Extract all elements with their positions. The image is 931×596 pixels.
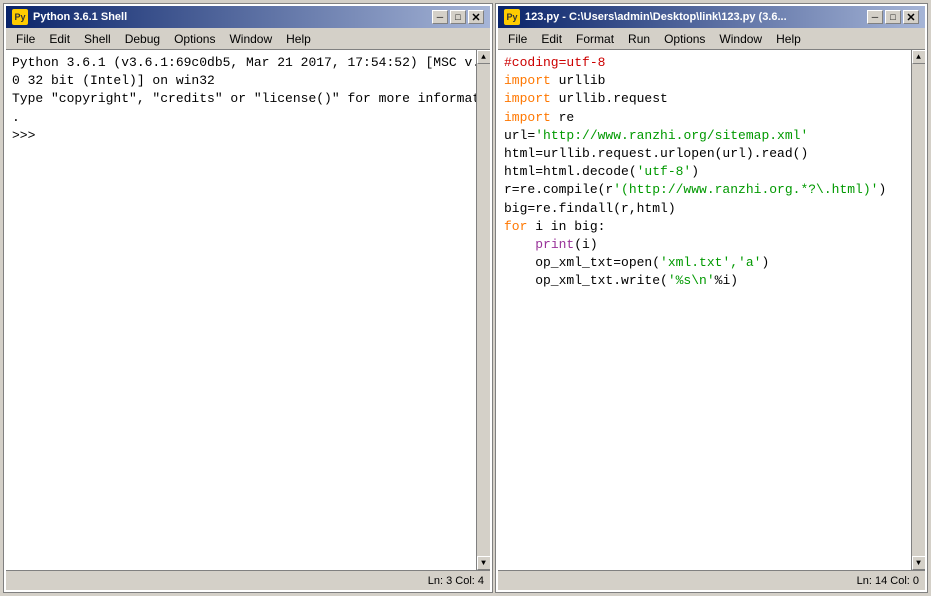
editor-menu-file[interactable]: File [502,30,533,48]
editor-minimize-button[interactable]: ─ [867,10,883,24]
minimize-button[interactable]: ─ [432,10,448,24]
editor-status-text: Ln: 14 Col: 0 [857,575,919,587]
shell-menu-bar: File Edit Shell Debug Options Window Hel… [6,28,490,50]
shell-window: Py Python 3.6.1 Shell ─ □ ✕ File Edit Sh… [4,4,492,592]
shell-title-left: Py Python 3.6.1 Shell [12,9,127,25]
editor-close-button[interactable]: ✕ [903,10,919,24]
editor-title-bar: Py 123.py - C:\Users\admin\Desktop\link\… [498,6,925,28]
svg-text:Py: Py [14,12,25,22]
shell-icon: Py [12,9,28,25]
menu-shell[interactable]: Shell [78,30,117,48]
shell-status-text: Ln: 3 Col: 4 [428,575,484,587]
menu-file[interactable]: File [10,30,41,48]
scroll-up-button[interactable]: ▲ [477,50,491,64]
editor-scroll-up-button[interactable]: ▲ [912,50,926,64]
shell-scrollbar: ▲ ▼ [476,50,490,570]
code-editor[interactable]: #coding=utf-8 import urllib import urlli… [498,50,911,570]
shell-title-text: Python 3.6.1 Shell [33,11,127,23]
editor-title-left: Py 123.py - C:\Users\admin\Desktop\link\… [504,9,787,25]
editor-menu-options[interactable]: Options [658,30,711,48]
svg-text:Py: Py [506,12,517,22]
editor-icon: Py [504,9,520,25]
editor-title-text: 123.py - C:\Users\admin\Desktop\link\123… [525,11,787,23]
scroll-track[interactable] [477,64,490,556]
editor-scroll-down-button[interactable]: ▼ [912,556,926,570]
shell-editor-area: Python 3.6.1 (v3.6.1:69c0db5, Mar 21 201… [6,50,490,570]
editor-title-buttons: ─ □ ✕ [867,10,919,24]
editor-scroll-track[interactable] [912,64,925,556]
shell-title-buttons: ─ □ ✕ [432,10,484,24]
shell-content[interactable]: Python 3.6.1 (v3.6.1:69c0db5, Mar 21 201… [6,50,476,570]
editor-main-area: #coding=utf-8 import urllib import urlli… [498,50,925,570]
editor-menu-edit[interactable]: Edit [535,30,568,48]
editor-scrollbar: ▲ ▼ [911,50,925,570]
menu-window[interactable]: Window [223,30,278,48]
editor-menu-format[interactable]: Format [570,30,620,48]
shell-title-bar: Py Python 3.6.1 Shell ─ □ ✕ [6,6,490,28]
menu-debug[interactable]: Debug [119,30,166,48]
editor-status-bar: Ln: 14 Col: 0 [498,570,925,590]
editor-menu-help[interactable]: Help [770,30,807,48]
menu-help[interactable]: Help [280,30,317,48]
editor-maximize-button[interactable]: □ [885,10,901,24]
editor-menu-run[interactable]: Run [622,30,656,48]
shell-status-bar: Ln: 3 Col: 4 [6,570,490,590]
maximize-button[interactable]: □ [450,10,466,24]
editor-menu-window[interactable]: Window [713,30,768,48]
menu-options[interactable]: Options [168,30,221,48]
menu-edit[interactable]: Edit [43,30,76,48]
close-button[interactable]: ✕ [468,10,484,24]
editor-menu-bar: File Edit Format Run Options Window Help [498,28,925,50]
scroll-down-button[interactable]: ▼ [477,556,491,570]
editor-window: Py 123.py - C:\Users\admin\Desktop\link\… [496,4,927,592]
